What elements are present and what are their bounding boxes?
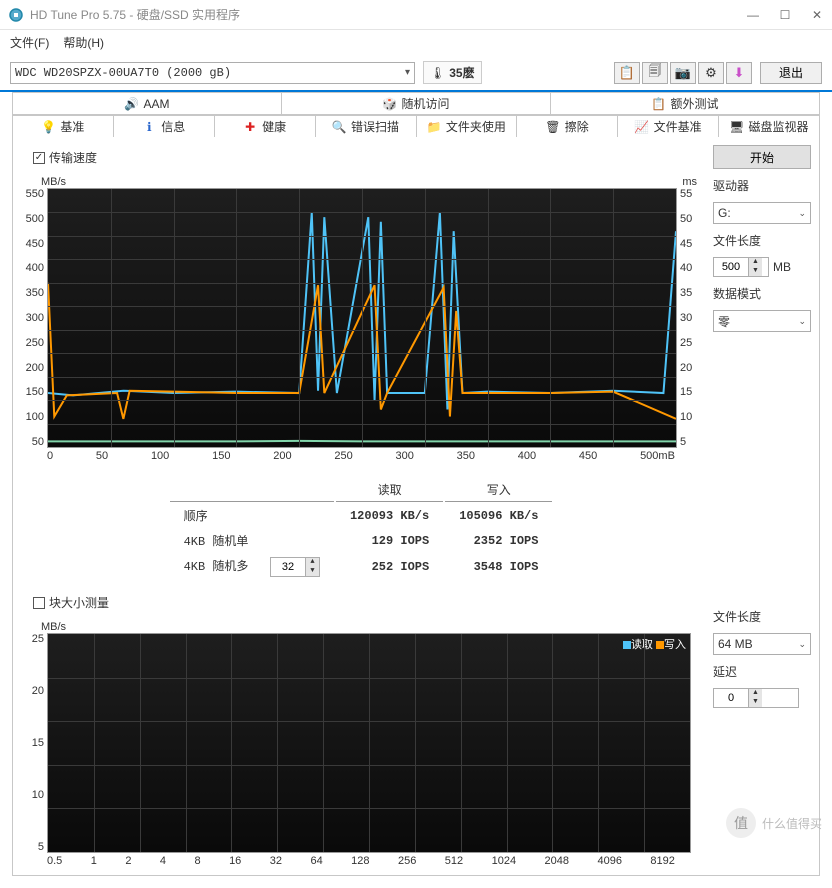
spin-down-icon[interactable]: ▼ xyxy=(749,267,762,276)
tab-random-access[interactable]: 🎲随机访问 xyxy=(281,92,551,114)
save-button[interactable]: ⬇ xyxy=(726,62,752,84)
file-length-unit: MB xyxy=(773,260,791,274)
window-title: HD Tune Pro 5.75 - 硬盘/SSD 实用程序 xyxy=(30,6,746,23)
drive-label: 驱动器 xyxy=(713,177,811,194)
file-length2-label: 文件长度 xyxy=(713,608,811,625)
blocksize-chart: MB/s 252015105 读取 写入 0.51248163264128256… xyxy=(21,621,701,867)
tab-disk-monitor[interactable]: 🖥磁盘监视器 xyxy=(718,115,820,137)
queue-depth-input[interactable]: ▲▼ xyxy=(270,557,320,577)
tab-aam[interactable]: 🔊AAM xyxy=(12,92,282,114)
tab-health[interactable]: ✚健康 xyxy=(214,115,316,137)
chart2-xaxis: 0.512481632641282565121024204840968192 xyxy=(47,855,675,867)
col-read: 读取 xyxy=(336,478,443,502)
options-button[interactable]: ⚙ xyxy=(698,62,724,84)
dice-icon: 🎲 xyxy=(382,97,396,111)
start-button[interactable]: 开始 xyxy=(713,145,811,169)
magnifier-icon: 🔍 xyxy=(332,120,346,134)
bulb-icon: 💡 xyxy=(41,120,55,134)
chart2-plot: 读取 写入 xyxy=(47,633,691,853)
tab-folder-usage[interactable]: 📁文件夹使用 xyxy=(416,115,518,137)
checklist-icon: 📋 xyxy=(651,97,665,111)
file-length2-select[interactable]: 64 MB⌄ xyxy=(713,633,811,655)
folder-icon: 📁 xyxy=(427,120,441,134)
monitor-icon: 🖥 xyxy=(730,120,744,134)
tab-info[interactable]: ℹ信息 xyxy=(113,115,215,137)
tab-erase[interactable]: 🗑擦除 xyxy=(516,115,618,137)
watermark-icon: 值 xyxy=(726,808,756,838)
close-button[interactable]: ✕ xyxy=(810,8,824,22)
health-icon: ✚ xyxy=(243,120,257,134)
tab-row-lower: 💡基准 ℹ信息 ✚健康 🔍错误扫描 📁文件夹使用 🗑擦除 📈文件基准 🖥磁盘监视… xyxy=(12,115,820,137)
title-bar: HD Tune Pro 5.75 - 硬盘/SSD 实用程序 — ☐ ✕ xyxy=(0,0,832,30)
drive-select[interactable]: WDC WD20SPZX-00UA7T0 (2000 gB) ▾ xyxy=(10,62,415,84)
tab-error-scan[interactable]: 🔍错误扫描 xyxy=(315,115,417,137)
side-panel: 开始 驱动器 G:⌄ 文件长度 ▲▼ MB 数据模式 零⌄ 文件长度 64 MB… xyxy=(713,145,811,867)
chevron-down-icon: ⌄ xyxy=(798,316,806,327)
chart1-plot xyxy=(47,188,677,448)
menu-bar: 文件(F) 帮助(H) xyxy=(0,30,832,55)
chart1-xaxis: 050100150200250300350400450500mB xyxy=(47,450,675,462)
spin-down-icon[interactable]: ▼ xyxy=(749,698,762,707)
trash-icon: 🗑 xyxy=(546,120,560,134)
tab-row-upper: 🔊AAM 🎲随机访问 📋额外测试 xyxy=(12,92,820,115)
spin-up-icon[interactable]: ▲ xyxy=(749,689,762,698)
transfer-speed-checkbox[interactable]: ✓ 传输速度 xyxy=(33,149,701,166)
chevron-down-icon: ⌄ xyxy=(798,208,806,219)
file-bench-icon: 📈 xyxy=(635,120,649,134)
delay-label: 延迟 xyxy=(713,663,811,680)
data-mode-select[interactable]: 零⌄ xyxy=(713,310,811,332)
file-benchmark-panel: ✓ 传输速度 MB/s ms 5505004504003503002502001… xyxy=(12,137,820,876)
tab-extra-tests[interactable]: 📋额外测试 xyxy=(550,92,820,114)
exit-button[interactable]: 退出 xyxy=(760,62,822,84)
thermometer-icon: 🌡 xyxy=(430,66,445,80)
chevron-down-icon: ⌄ xyxy=(798,639,806,650)
info-icon: ℹ xyxy=(142,120,156,134)
menu-help[interactable]: 帮助(H) xyxy=(63,34,104,51)
spin-up-icon[interactable]: ▲ xyxy=(749,258,762,267)
temperature-badge: 🌡 35麽 xyxy=(423,61,482,84)
chart2-ylabel: MB/s xyxy=(41,621,66,633)
table-row: 4KB 随机单129 IOPS2352 IOPS xyxy=(170,529,553,552)
table-row: 4KB 随机多 ▲▼252 IOPS3548 IOPS xyxy=(170,554,553,580)
temperature-value: 35麽 xyxy=(449,64,474,81)
delay-input[interactable]: ▲▼ xyxy=(713,688,799,708)
menu-file[interactable]: 文件(F) xyxy=(10,34,49,51)
watermark: 值 什么值得买 xyxy=(726,808,822,838)
chart1-ylabel: MB/s xyxy=(41,176,66,188)
col-write: 写入 xyxy=(445,478,552,502)
data-mode-label: 数据模式 xyxy=(713,285,811,302)
maximize-button[interactable]: ☐ xyxy=(778,8,792,22)
file-length-label: 文件长度 xyxy=(713,232,811,249)
chevron-down-icon: ▾ xyxy=(405,67,410,79)
speaker-icon: 🔊 xyxy=(124,97,138,111)
minimize-button[interactable]: — xyxy=(746,8,760,22)
copy-info-button[interactable]: 📋 xyxy=(614,62,640,84)
drive-select-value: WDC WD20SPZX-00UA7T0 (2000 gB) xyxy=(15,66,231,80)
drive-letter-select[interactable]: G:⌄ xyxy=(713,202,811,224)
results-table: 读取写入 顺序120093 KB/s105096 KB/s4KB 随机单129 … xyxy=(168,476,555,582)
screenshot-button[interactable]: 📷 xyxy=(670,62,696,84)
table-row: 顺序120093 KB/s105096 KB/s xyxy=(170,504,553,527)
tab-file-benchmark[interactable]: 📈文件基准 xyxy=(617,115,719,137)
copy-screenshot-button[interactable]: 🗐 xyxy=(642,62,668,84)
checkbox-unchecked-icon xyxy=(33,597,45,609)
blocksize-checkbox[interactable]: 块大小测量 xyxy=(33,594,701,611)
file-length-input[interactable]: ▲▼ xyxy=(713,257,769,277)
chart2-yaxis: 252015105 xyxy=(21,633,47,853)
chart1-rlabel: ms xyxy=(682,176,697,188)
toolbar: WDC WD20SPZX-00UA7T0 (2000 gB) ▾ 🌡 35麽 📋… xyxy=(0,55,832,92)
checkbox-checked-icon: ✓ xyxy=(33,152,45,164)
chart1-raxis: 555045403530252015105 xyxy=(677,188,701,448)
transfer-chart: MB/s ms 55050045040035030025020015010050… xyxy=(21,176,701,462)
chart1-yaxis: 55050045040035030025020015010050 xyxy=(21,188,47,448)
chart2-legend: 读取 写入 xyxy=(623,636,686,652)
app-icon xyxy=(8,7,24,23)
tab-benchmark[interactable]: 💡基准 xyxy=(12,115,114,137)
